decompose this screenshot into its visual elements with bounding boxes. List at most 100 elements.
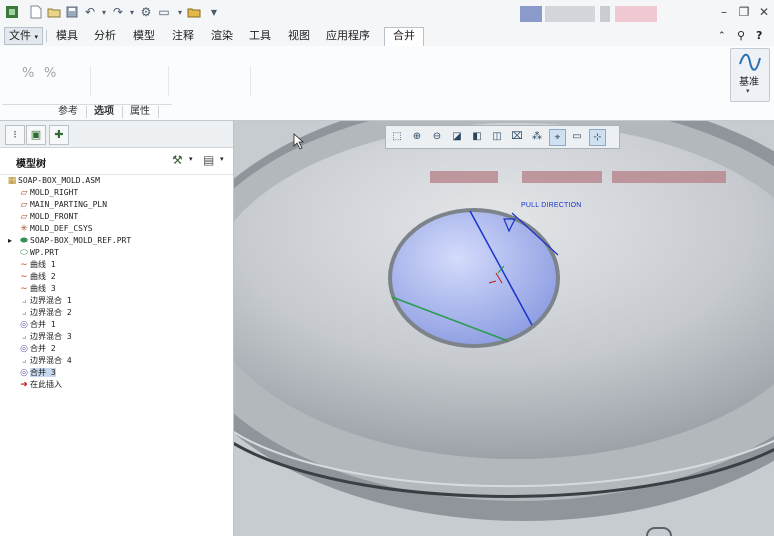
folder-browser-tab-icon[interactable]: ▣: [26, 125, 46, 145]
datum-button[interactable]: 基准 ▾: [730, 48, 770, 102]
tree-item[interactable]: ▦ SOAP-BOX_MOLD.ASM: [6, 175, 100, 187]
csys-icon: ✳: [20, 224, 28, 234]
tree-item[interactable]: ▸ ⬬ SOAP-BOX_MOLD_REF.PRT: [8, 235, 131, 247]
tab-mold[interactable]: 模具: [56, 28, 78, 44]
assembly-icon: ▦: [7, 176, 17, 186]
merge-icon: ◎: [20, 368, 28, 378]
tab-model[interactable]: 模型: [133, 28, 155, 44]
tree-settings-icon[interactable]: ⚒: [172, 153, 183, 167]
subtab-references[interactable]: 参考: [58, 105, 78, 119]
favorites-tab-icon[interactable]: ✚: [49, 125, 69, 145]
save-icon[interactable]: [64, 4, 80, 20]
view-manager-icon[interactable]: ⌧: [509, 129, 525, 145]
tree-item[interactable]: ◎ 合并 3: [18, 367, 56, 379]
close-window-icon[interactable]: [186, 4, 202, 20]
open-folder-icon[interactable]: [46, 4, 62, 20]
tab-applications[interactable]: 应用程序: [326, 28, 370, 44]
minimize-icon[interactable]: –: [716, 4, 732, 20]
tree-item[interactable]: ◎ 合并 1: [18, 319, 56, 331]
chevron-down-icon[interactable]: ▾: [189, 155, 193, 163]
boundary-blend-icon: ⟓: [21, 308, 27, 318]
tab-file-label: 文件: [9, 29, 31, 42]
tree-item[interactable]: ➜ 在此插入: [18, 379, 62, 391]
boundary-blend-icon: ⟓: [21, 332, 27, 342]
tree-item[interactable]: ▱ MOLD_FRONT: [18, 211, 79, 223]
tree-item-label: 在此插入: [30, 380, 62, 389]
workpiece-icon: ⬭: [20, 248, 28, 258]
blurred-title-block: [545, 6, 595, 22]
tab-render[interactable]: 渲染: [211, 28, 233, 44]
subtab-properties[interactable]: 属性: [130, 105, 150, 119]
model-tree-tab-icon[interactable]: ⁝: [5, 125, 25, 145]
perspective-icon[interactable]: ⁂: [529, 129, 545, 145]
curve-icon: ∼: [20, 260, 28, 270]
subtab-divider: [86, 106, 87, 118]
display-style-icon[interactable]: ◧: [469, 129, 485, 145]
search-icon[interactable]: ⚲: [737, 28, 745, 44]
chevron-down-icon[interactable]: ▾: [220, 155, 224, 163]
close-icon[interactable]: ✕: [756, 4, 772, 20]
tree-item-label: MOLD_FRONT: [30, 212, 79, 221]
tree-item[interactable]: ∼ 曲线 2: [18, 271, 55, 283]
new-file-icon[interactable]: [28, 4, 44, 20]
ribbon-group-divider: [250, 66, 251, 96]
repaint-icon[interactable]: ◪: [449, 129, 465, 145]
tree-item[interactable]: ✳ MOLD_DEF_CSYS: [18, 223, 92, 235]
tree-item-label: 边界混合 1: [30, 296, 72, 305]
datum-display-icon[interactable]: ⌖: [549, 129, 566, 146]
tree-item[interactable]: ▱ MOLD_RIGHT: [18, 187, 79, 199]
ribbon-group-divider: [90, 66, 91, 96]
expand-arrow-icon[interactable]: ▸: [8, 235, 12, 247]
subtab-options[interactable]: 选项: [94, 105, 114, 119]
tree-item[interactable]: ⟓ 边界混合 3: [18, 331, 72, 343]
tree-item[interactable]: ⟓ 边界混合 4: [18, 355, 72, 367]
tree-show-icon[interactable]: ▤: [203, 153, 214, 167]
tab-merge[interactable]: 合并: [384, 27, 424, 47]
datum-sine-icon: [739, 53, 761, 71]
tree-item-label: SOAP-BOX_MOLD.ASM: [18, 176, 100, 185]
blurred-title-block: [615, 6, 657, 22]
ribbon-panel: % % 参考 选项 属性: [0, 46, 774, 121]
tree-item-label: 曲线 1: [30, 260, 56, 269]
restore-icon[interactable]: ❐: [736, 4, 752, 20]
ribbon-collapse-icon[interactable]: ⌃: [718, 28, 726, 44]
window-icon[interactable]: ▭: [156, 4, 172, 20]
pull-direction-label: PULL DIRECTION: [521, 202, 582, 209]
tree-item[interactable]: ∼ 曲线 3: [18, 283, 55, 295]
help-icon[interactable]: ?: [756, 28, 762, 44]
tree-item[interactable]: ◎ 合并 2: [18, 343, 56, 355]
annotation-display-icon[interactable]: ▭: [569, 129, 585, 145]
datum-plane-icon: ▱: [20, 200, 28, 210]
part-icon: ⬬: [20, 236, 28, 246]
zoom-in-icon[interactable]: ⊕: [409, 129, 425, 145]
tab-analysis[interactable]: 分析: [94, 28, 116, 44]
customize-dropdown-icon[interactable]: ▼: [206, 4, 222, 20]
tree-item-label: 边界混合 4: [30, 356, 72, 365]
saved-views-icon[interactable]: ◫: [489, 129, 505, 145]
tab-view[interactable]: 视图: [288, 28, 310, 44]
boundary-blend-icon: ⟓: [21, 296, 27, 306]
tree-item[interactable]: ▱ MAIN_PARTING_PLN: [18, 199, 108, 211]
tab-tools[interactable]: 工具: [249, 28, 271, 44]
tree-item[interactable]: ∼ 曲线 1: [18, 259, 56, 271]
tree-item[interactable]: ⬭ WP.PRT: [18, 247, 59, 259]
merge-option-icon[interactable]: %: [22, 66, 34, 81]
tree-item-label: MOLD_RIGHT: [30, 188, 79, 197]
ribbon-group-divider: [168, 66, 169, 96]
chevron-down-icon: ▾: [34, 33, 39, 41]
spin-center-icon[interactable]: ⊹: [589, 129, 606, 146]
graphics-viewport[interactable]: PULL DIRECTION ⬚ ⊕ ⊖ ◪ ◧ ◫ ⌧ ⁂ ⌖ ▭ ⊹: [234, 121, 774, 536]
zoom-out-icon[interactable]: ⊖: [429, 129, 445, 145]
tree-item[interactable]: ⟓ 边界混合 1: [18, 295, 72, 307]
ribbon-tab-bar: 文件 ▾ 模具 分析 模型 注释 渲染 工具 视图 应用程序 合并 ⌃ ⚲ ?: [0, 26, 774, 47]
tree-item[interactable]: ⟓ 边界混合 2: [18, 307, 72, 319]
tab-annotate[interactable]: 注释: [172, 28, 194, 44]
merge-icon: ◎: [20, 320, 28, 330]
merge-swap-icon[interactable]: %: [44, 66, 56, 81]
refit-icon[interactable]: ⬚: [389, 129, 405, 145]
tab-file[interactable]: 文件 ▾: [4, 27, 44, 45]
chevron-down-icon: ▾: [746, 87, 750, 95]
subtab-divider: [158, 106, 159, 118]
orientation-indicator-icon: [646, 527, 672, 536]
regenerate-icon[interactable]: ⚙: [138, 4, 154, 20]
